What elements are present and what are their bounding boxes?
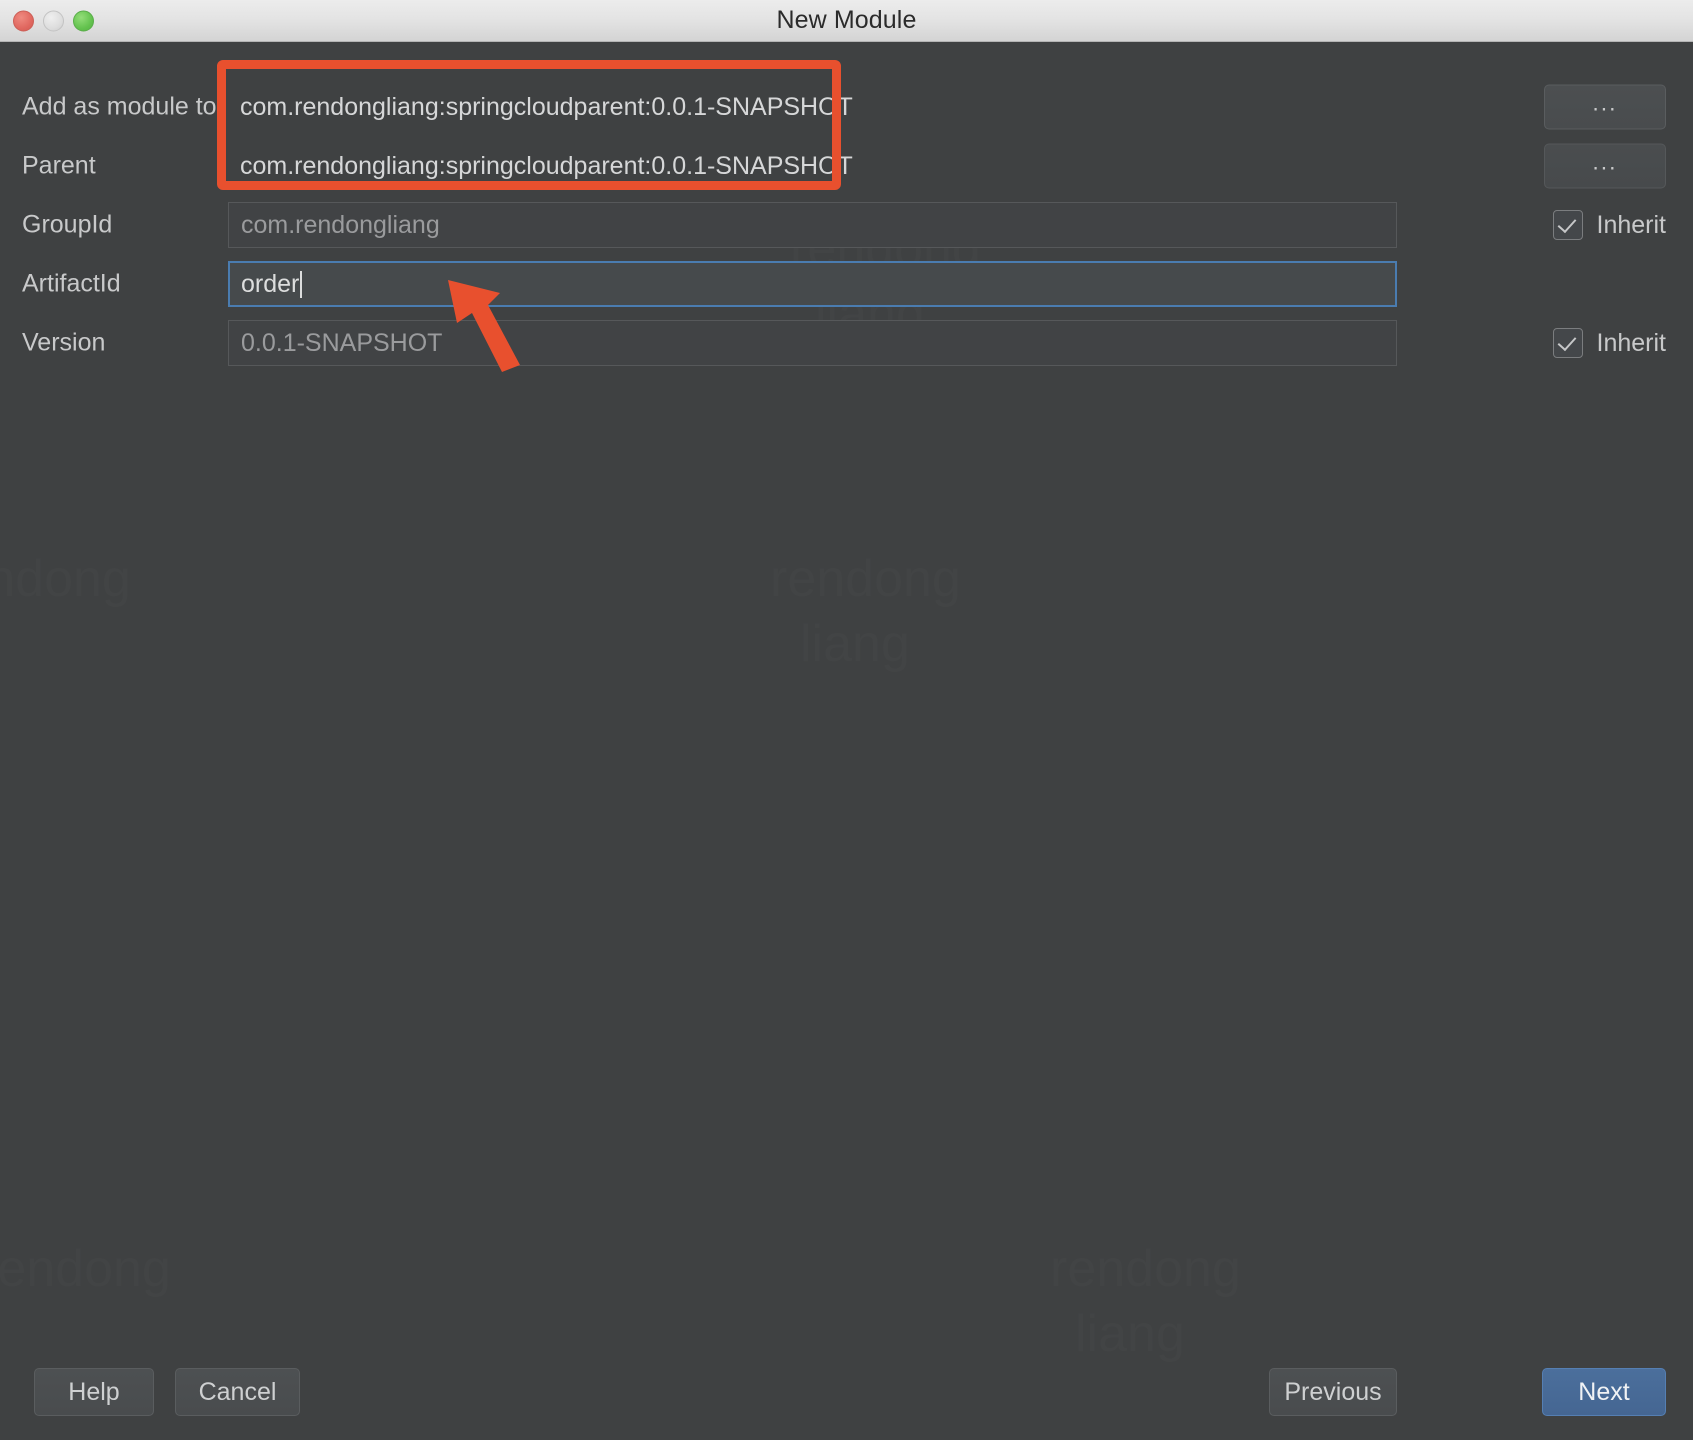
label-add-as-module-to: Add as module to (22, 92, 217, 121)
window-controls (13, 10, 94, 31)
window-titlebar: New Module (0, 0, 1693, 42)
version-input[interactable]: 0.0.1-SNAPSHOT (228, 320, 1397, 366)
parent-browse-button[interactable]: ... (1544, 143, 1666, 189)
artifactid-input[interactable]: order (228, 261, 1397, 307)
form-row-version: Version 0.0.1-SNAPSHOT Inherit (0, 315, 1693, 371)
watermark-line: rendong (770, 547, 961, 612)
previous-button[interactable]: Previous (1269, 1368, 1397, 1416)
watermark-line: rendong (0, 1237, 171, 1302)
groupid-inherit-checkbox[interactable]: Inherit (1552, 210, 1666, 240)
form-row-groupid: GroupId com.rendongliang Inherit (0, 197, 1693, 253)
watermark-line: rendong (0, 547, 131, 612)
dialog-footer: Help Cancel Previous Next (0, 1344, 1693, 1440)
add-as-module-to-browse-button[interactable]: ... (1544, 84, 1666, 130)
artifactid-input-value: order (241, 269, 300, 298)
maximize-window-icon[interactable] (73, 10, 94, 31)
label-groupid: GroupId (22, 210, 113, 239)
groupid-input[interactable]: com.rendongliang (228, 202, 1397, 248)
next-button[interactable]: Next (1542, 1368, 1666, 1416)
cancel-button[interactable]: Cancel (175, 1368, 300, 1416)
checkmark-icon[interactable] (1552, 328, 1583, 358)
dialog-content: rendong liang rendong liang rendong rend… (0, 42, 1693, 1440)
help-button[interactable]: Help (34, 1368, 154, 1416)
version-inherit-checkbox[interactable]: Inherit (1552, 328, 1666, 358)
window-title: New Module (776, 6, 917, 34)
minimize-window-icon[interactable] (43, 10, 64, 31)
close-window-icon[interactable] (13, 10, 34, 31)
new-module-dialog: New Module rendong liang rendong liang r… (0, 0, 1693, 1440)
label-artifactid: ArtifactId (22, 269, 121, 298)
label-version: Version (22, 328, 106, 357)
checkmark-icon[interactable] (1552, 210, 1583, 240)
form-row-parent: Parent com.rendongliang:springcloudparen… (0, 138, 1693, 194)
label-parent: Parent (22, 151, 96, 180)
groupid-inherit-label: Inherit (1596, 210, 1666, 239)
watermark-line: rendong (1050, 1237, 1241, 1302)
add-as-module-to-value[interactable]: com.rendongliang:springcloudparent:0.0.1… (228, 84, 1397, 130)
form-row-artifactid: ArtifactId order (0, 256, 1693, 312)
version-inherit-label: Inherit (1596, 328, 1666, 357)
watermark-line: liang (800, 612, 910, 677)
form-row-add-as-module-to: Add as module to com.rendongliang:spring… (0, 79, 1693, 135)
parent-value[interactable]: com.rendongliang:springcloudparent:0.0.1… (228, 143, 1397, 189)
text-cursor (300, 270, 303, 298)
